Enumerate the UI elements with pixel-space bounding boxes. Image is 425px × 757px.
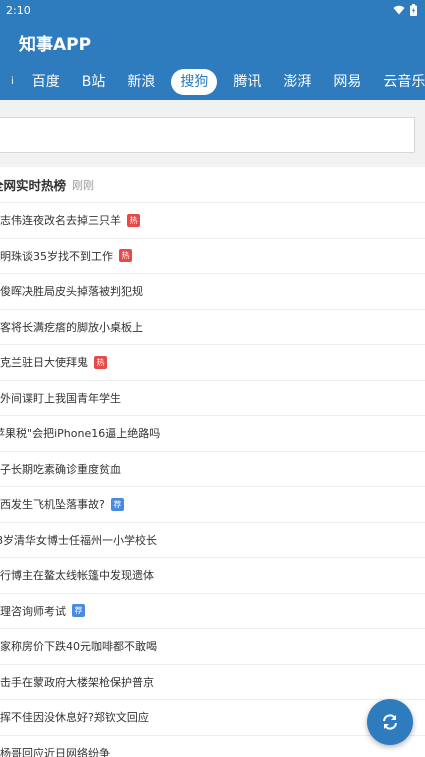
- tab-2[interactable]: B站: [76, 69, 112, 95]
- tab-6[interactable]: 澎湃: [277, 69, 317, 95]
- hot-list-subtitle: 刚刚: [72, 178, 95, 192]
- list-item-text: 境外间谍盯上我国青年学生: [0, 391, 121, 405]
- refresh-button[interactable]: [367, 699, 413, 745]
- list-item[interactable]: 28岁清华女博士任福州一小学校长: [0, 523, 425, 558]
- list-item[interactable]: 旅客将长满疙瘩的脚放小桌板上: [0, 310, 425, 345]
- hot-badge: 热: [94, 355, 107, 369]
- list-item-text: 发挥不佳因没休息好?郑钦文回应: [0, 711, 149, 725]
- tabs: i百度B站新浪搜狗腾讯澎湃网易云音乐Q音: [0, 64, 425, 100]
- tab-3[interactable]: 新浪: [121, 69, 161, 95]
- list-item[interactable]: 狙击手在蒙政府大楼架枪保护普京: [0, 665, 425, 700]
- list-item[interactable]: 境外间谍盯上我国青年学生: [0, 381, 425, 416]
- tab-7[interactable]: 网易: [327, 69, 367, 95]
- search-input[interactable]: [0, 117, 415, 153]
- list-item[interactable]: 陕西发生飞机坠落事故? 荐: [0, 487, 425, 523]
- search-area: [0, 100, 425, 164]
- hot-list-items: 曾志伟连夜改名去掉三只羊热董明珠谈35岁找不到工作热丁俊晖决胜局皮头掉落被判犯规…: [0, 203, 425, 757]
- list-item-text: "苹果税"会把iPhone16逼上绝路吗: [0, 427, 161, 441]
- list-item[interactable]: 心理咨询师考试荐: [0, 594, 425, 629]
- list-item[interactable]: 乌克兰驻日大使拜鬼热: [0, 345, 425, 381]
- list-item[interactable]: 曾志伟连夜改名去掉三只羊热: [0, 203, 425, 239]
- list-item-text: 丁俊晖决胜局皮头掉落被判犯规: [0, 285, 143, 299]
- refresh-icon: [383, 714, 397, 730]
- list-item[interactable]: "苹果税"会把iPhone16逼上绝路吗: [0, 416, 425, 452]
- list-item[interactable]: 专家称房价下跌40元咖啡都不敢喝: [0, 629, 425, 665]
- list-item[interactable]: 发挥不佳因没休息好?郑钦文回应: [0, 700, 425, 736]
- list-item-text: 陕西发生飞机坠落事故?: [0, 498, 105, 512]
- hot-badge: 热: [119, 249, 132, 263]
- hot-list: 全网实时热榜 刚刚 曾志伟连夜改名去掉三只羊热董明珠谈35岁找不到工作热丁俊晖决…: [0, 167, 425, 757]
- list-item-text: 曾志伟连夜改名去掉三只羊: [0, 214, 121, 228]
- list-item-text: 28岁清华女博士任福州一小学校长: [0, 533, 157, 547]
- list-item[interactable]: 董明珠谈35岁找不到工作热: [0, 239, 425, 274]
- tab-0[interactable]: i: [11, 69, 14, 95]
- list-item-text: 董明珠谈35岁找不到工作: [0, 249, 113, 263]
- wifi-icon: [393, 5, 405, 15]
- recommend-badge: 荐: [110, 497, 124, 511]
- list-item[interactable]: 丁俊晖决胜局皮头掉落被判犯规: [0, 274, 425, 310]
- hot-badge: 热: [127, 213, 140, 227]
- list-item-text: 心理咨询师考试: [0, 604, 66, 618]
- status-icons: [393, 4, 417, 16]
- list-item-text: 旅客将长满疙瘩的脚放小桌板上: [0, 320, 143, 334]
- app-title: 知事APP: [19, 34, 92, 55]
- list-item-text: 女子长期吃素确诊重度贫血: [0, 462, 121, 476]
- hot-list-title: 全网实时热榜: [0, 178, 67, 193]
- tab-8[interactable]: 云音乐: [377, 69, 425, 95]
- list-item-text: 乌克兰驻日大使拜鬼: [0, 356, 88, 370]
- tab-4[interactable]: 搜狗: [171, 69, 218, 95]
- list-item-text: 小杨哥回应近日网络纷争: [0, 746, 110, 757]
- recommend-badge: 荐: [72, 604, 85, 618]
- list-item-text: 骑行博主在鳌太线帐篷中发现遗体: [0, 569, 154, 583]
- app-bar: 知事APP: [0, 20, 425, 64]
- status-bar: 2:10: [0, 0, 425, 20]
- tab-5[interactable]: 腾讯: [227, 69, 267, 95]
- list-item-text: 狙击手在蒙政府大楼架枪保护普京: [0, 675, 154, 689]
- tab-bar[interactable]: i百度B站新浪搜狗腾讯澎湃网易云音乐Q音: [0, 64, 425, 100]
- list-item-text: 专家称房价下跌40元咖啡都不敢喝: [0, 640, 157, 654]
- list-item[interactable]: 小杨哥回应近日网络纷争: [0, 736, 425, 757]
- status-time: 2:10: [6, 3, 31, 17]
- battery-icon: [410, 4, 417, 16]
- list-item[interactable]: 女子长期吃素确诊重度贫血: [0, 452, 425, 487]
- hot-list-header: 全网实时热榜 刚刚: [0, 167, 425, 203]
- tab-1[interactable]: 百度: [26, 69, 66, 95]
- list-item[interactable]: 骑行博主在鳌太线帐篷中发现遗体: [0, 558, 425, 594]
